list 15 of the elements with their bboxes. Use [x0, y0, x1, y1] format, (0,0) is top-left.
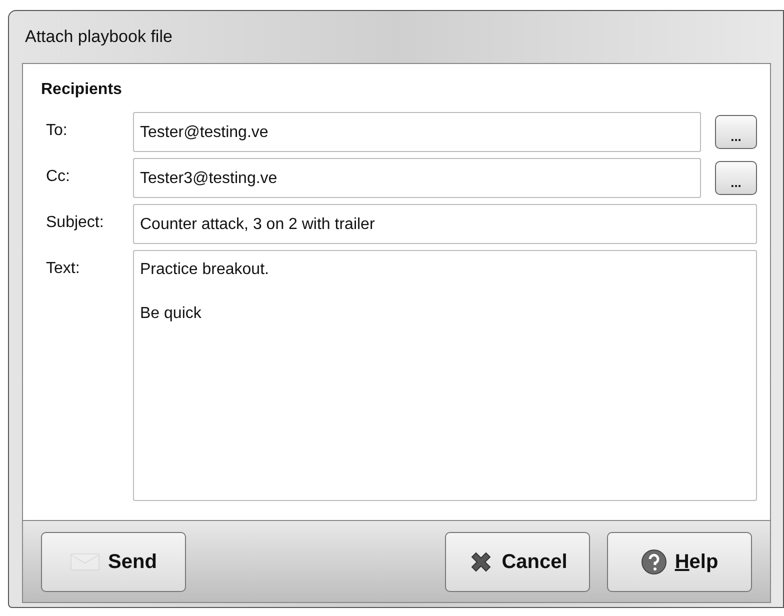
field-label: Text:	[45, 259, 81, 279]
message-textarea[interactable]: Practice breakout. Be quick	[133, 250, 757, 501]
email-field[interactable]: Tester3@testing.ve	[133, 158, 701, 198]
window-title: Attach playbook file	[25, 26, 172, 48]
dialog-button[interactable]: Send	[41, 532, 186, 592]
browse-button[interactable]: ...	[715, 115, 757, 149]
dialog-button[interactable]: Help	[607, 532, 752, 592]
browse-button[interactable]: ...	[715, 161, 757, 195]
section-title: Recipients	[41, 80, 122, 100]
field-label: Subject:	[45, 213, 105, 233]
email-field[interactable]: Tester@testing.ve	[133, 112, 701, 152]
dialog-button[interactable]: Cancel	[445, 532, 590, 592]
field-label: Cc:	[45, 167, 71, 187]
subject-field[interactable]: Counter attack, 3 on 2 with trailer	[133, 204, 757, 244]
field-label: To:	[45, 121, 68, 141]
